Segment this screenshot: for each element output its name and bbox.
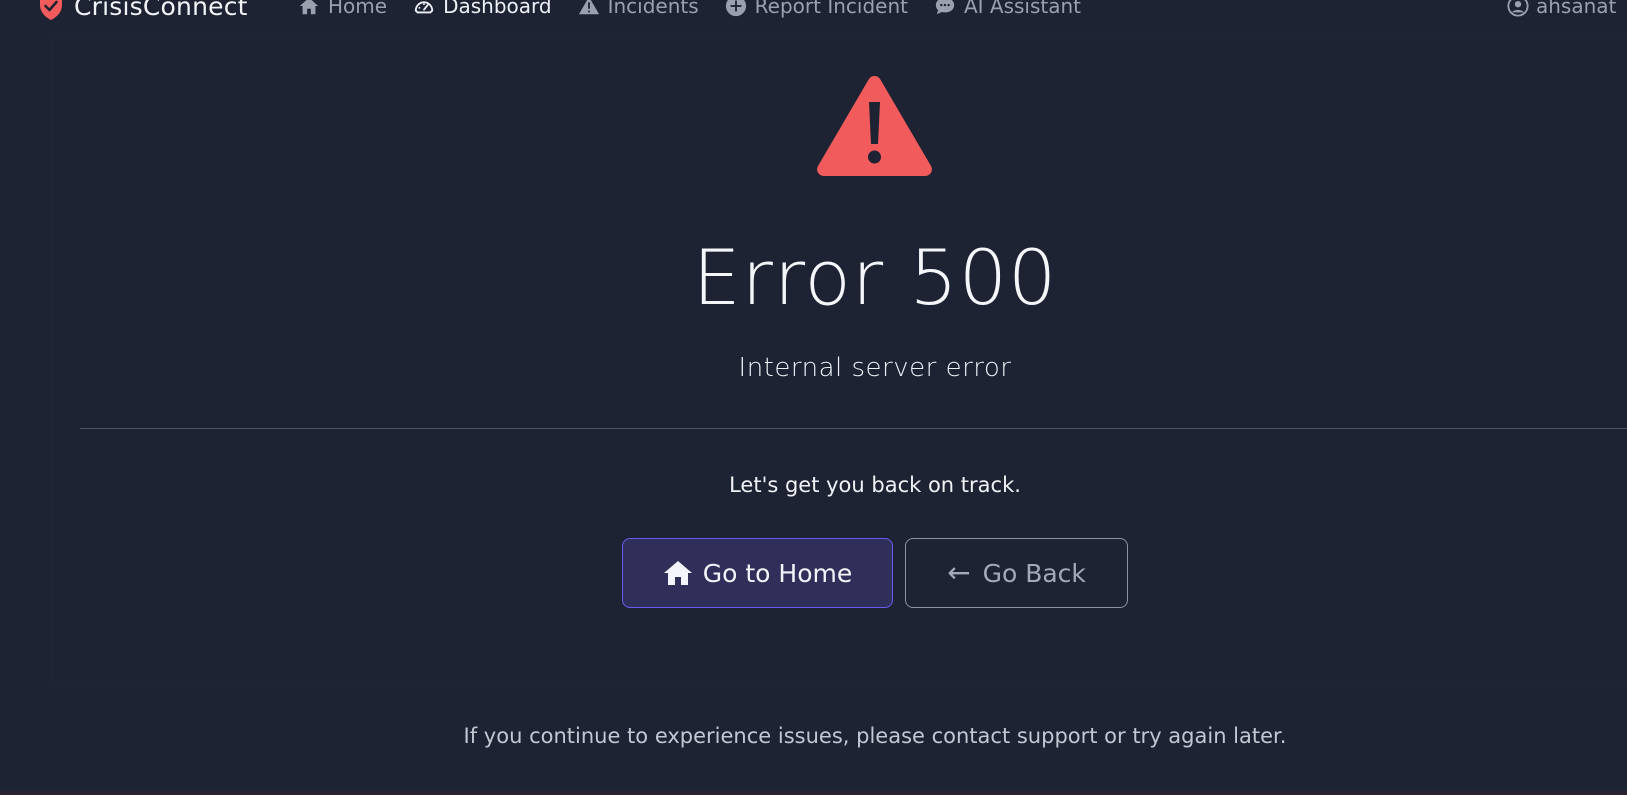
footer-message: If you continue to experience issues, pl… [463,724,1287,748]
arrow-left-icon: ← [947,556,971,589]
top-navbar: CrisisConnect Home Dashboard Incidents R… [0,0,1627,26]
gauge-icon [414,1,434,14]
nav-item-home[interactable]: Home [298,0,387,18]
go-home-button[interactable]: Go to Home [622,538,893,608]
nav-item-ai-assistant[interactable]: AI Assistant [934,0,1081,18]
username: ahsanat [1536,0,1617,18]
nav-menu: Home Dashboard Incidents Report Incident… [298,0,1081,18]
page-bottom-edge [0,791,1627,795]
warning-triangle-icon [817,76,932,176]
nav-item-label: Incidents [607,0,699,18]
home-icon [663,561,692,585]
nav-item-report-incident[interactable]: Report Incident [725,0,908,18]
brand-name: CrisisConnect [74,0,248,21]
go-home-label: Go to Home [702,558,853,588]
error-subtitle: Internal server error [738,353,1012,383]
nav-item-dashboard[interactable]: Dashboard [413,0,552,18]
divider [80,428,1627,429]
plus-circle-icon [725,0,746,17]
nav-item-incidents[interactable]: Incidents [578,0,699,18]
nav-item-label: Report Incident [754,0,908,18]
go-back-label: Go Back [982,558,1086,588]
home-icon [299,0,319,15]
chat-icon [935,0,955,15]
nav-item-label: AI Assistant [963,0,1082,18]
user-menu[interactable]: ahsanat [1507,0,1616,18]
warning-icon [578,0,599,15]
user-circle-icon [1507,0,1529,17]
shield-check-icon [40,0,62,20]
error-title: Error 500 [692,233,1058,322]
nav-item-label: Dashboard [443,0,552,18]
nav-item-label: Home [328,0,388,18]
brand-logo[interactable]: CrisisConnect [38,0,248,21]
go-back-button[interactable]: ← Go Back [905,538,1128,608]
error-message: Let's get you back on track. [729,473,1021,497]
